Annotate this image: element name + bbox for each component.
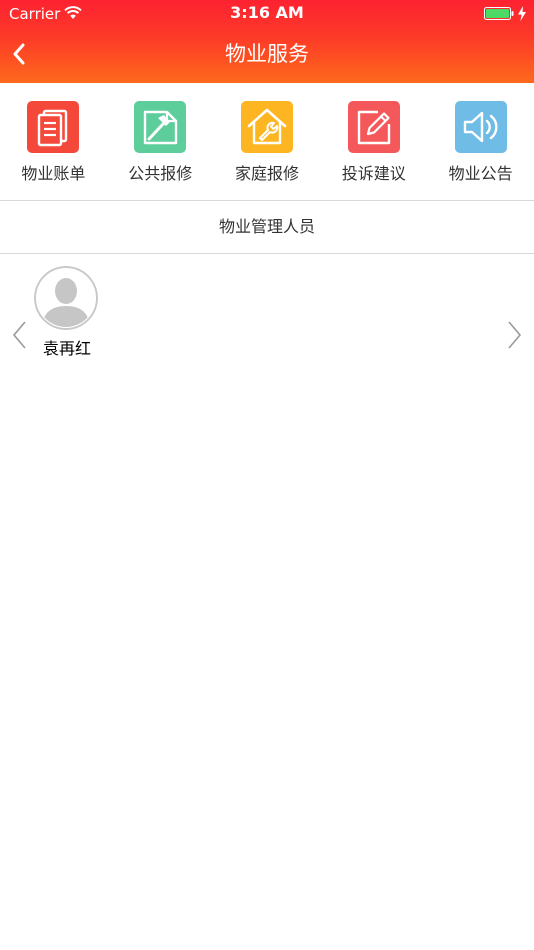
edit-pencil-icon [347,101,400,153]
document-list-icon [27,101,80,153]
service-item-notice[interactable]: 物业公告 [427,83,534,200]
service-label: 物业账单 [21,164,86,183]
house-wrench-icon [240,101,293,153]
service-grid: 物业账单 公共报修 家庭报修 投诉建议 物业公告 [0,83,534,200]
status-bar: Carrier 3:16 AM [0,0,534,28]
service-item-public-repair[interactable]: 公共报修 [107,83,214,200]
service-label: 投诉建议 [341,164,406,183]
section-title: 物业管理人员 [218,217,315,236]
nav-bar: 物业服务 [0,28,534,83]
battery-icon [484,7,514,20]
staff-card[interactable]: 袁再红 [30,266,104,366]
staff-name: 袁再红 [42,339,91,358]
hammer-icon [134,101,187,153]
service-label: 公共报修 [128,164,193,183]
service-label: 家庭报修 [234,164,299,183]
charging-bolt-icon [518,6,526,21]
chevron-left-icon[interactable] [10,319,30,351]
property-service-screen: Carrier 3:16 AM 物业服务 物业账单 公共报修 家庭报修 投诉建议… [0,0,534,950]
service-item-home-repair[interactable]: 家庭报修 [214,83,321,200]
header: Carrier 3:16 AM 物业服务 [0,0,534,83]
staff-carousel: 袁再红 [0,254,534,374]
page-title: 物业服务 [225,42,309,66]
speaker-icon [454,101,507,153]
service-item-complaint[interactable]: 投诉建议 [320,83,427,200]
status-time: 3:16 AM [230,3,304,22]
chevron-right-icon[interactable] [504,319,524,351]
service-label: 物业公告 [448,164,513,183]
service-item-bill[interactable]: 物业账单 [0,83,107,200]
default-avatar-icon [34,266,98,330]
